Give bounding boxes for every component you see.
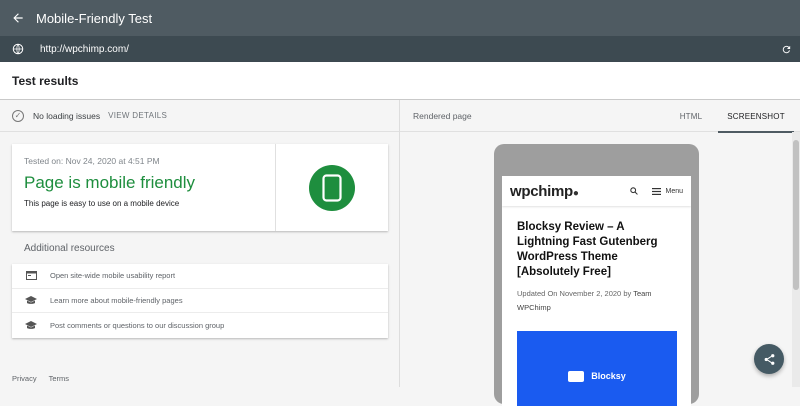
- app-bar: Mobile-Friendly Test: [0, 0, 800, 136]
- additional-resources-title: Additional resources: [24, 243, 115, 254]
- tested-on-text: Tested on: Nov 24, 2020 at 4:51 PM: [24, 156, 160, 166]
- tested-url[interactable]: http://wpchimp.com/: [40, 44, 129, 55]
- resource-label: Post comments or questions to our discus…: [50, 320, 225, 330]
- hamburger-icon: [652, 187, 662, 195]
- result-headline: Page is mobile friendly: [24, 173, 196, 192]
- app-title: Mobile-Friendly Test: [36, 10, 153, 26]
- resource-item-discussion-group[interactable]: Post comments or questions to our discus…: [12, 313, 388, 338]
- rendered-page-tabs: Rendered page HTML SCREENSHOT: [400, 100, 800, 133]
- site-logo: wpchimp●: [510, 182, 579, 200]
- terms-link[interactable]: Terms: [49, 374, 69, 383]
- resource-label: Open site-wide mobile usability report: [50, 271, 176, 281]
- url-bar: http://wpchimp.com/: [0, 36, 800, 62]
- results-header: Test results: [0, 62, 800, 100]
- privacy-link[interactable]: Privacy: [12, 374, 37, 383]
- results-title: Test results: [12, 73, 79, 88]
- share-button[interactable]: [754, 344, 784, 374]
- loading-status-row: ✓ No loading issues VIEW DETAILS: [0, 100, 399, 132]
- right-panel: Rendered page HTML SCREENSHOT wpchimp● M…: [400, 100, 800, 406]
- share-icon: [764, 353, 774, 365]
- result-subtext: This page is easy to use on a mobile dev…: [24, 199, 180, 208]
- graduation-cap-icon: [24, 320, 38, 330]
- back-arrow-icon[interactable]: [0, 0, 36, 36]
- tab-html[interactable]: HTML: [662, 100, 720, 132]
- refresh-icon[interactable]: [772, 44, 800, 55]
- site-header: wpchimp● Menu: [502, 176, 691, 206]
- resources-list: Open site-wide mobile usability report L…: [12, 264, 388, 338]
- site-menu: Menu: [652, 187, 683, 195]
- article-date: Updated On November 2, 2020 by: [517, 289, 632, 298]
- rendered-page-label: Rendered page: [413, 110, 472, 121]
- loading-status-text: No loading issues: [33, 110, 101, 121]
- resource-item-usability-report[interactable]: Open site-wide mobile usability report: [12, 264, 388, 289]
- globe-icon: [0, 43, 36, 55]
- article-meta: Updated On November 2, 2020 by Team WPCh…: [517, 287, 675, 315]
- site-menu-label: Menu: [665, 187, 683, 195]
- phone-frame: wpchimp● Menu Blocksy Review – A Lightni…: [494, 144, 699, 406]
- mobile-phone-icon: [309, 164, 355, 211]
- result-card: Tested on: Nov 24, 2020 at 4:51 PM Page …: [12, 144, 388, 231]
- scrollbar-thumb[interactable]: [793, 140, 799, 290]
- article-hero-image: Blocksy: [517, 331, 677, 406]
- resource-label: Learn more about mobile-friendly pages: [50, 295, 183, 305]
- search-icon: [626, 187, 642, 195]
- article-title: Blocksy Review – A Lightning Fast Gutenb…: [517, 221, 658, 278]
- tab-screenshot[interactable]: SCREENSHOT: [718, 100, 794, 133]
- left-panel: ✓ No loading issues VIEW DETAILS Tested …: [0, 100, 400, 387]
- article: Blocksy Review – A Lightning Fast Gutenb…: [502, 206, 691, 315]
- hero-label: Blocksy: [591, 371, 626, 381]
- graduation-cap-icon: [24, 295, 38, 305]
- resource-item-learn-more[interactable]: Learn more about mobile-friendly pages: [12, 289, 388, 313]
- view-details-button[interactable]: VIEW DETAILS: [108, 111, 167, 120]
- blocksy-logo-icon: [568, 370, 585, 382]
- preview-scrollbar[interactable]: [792, 132, 800, 387]
- check-circle-icon: ✓: [12, 109, 24, 122]
- footer-links: Privacy Terms: [12, 374, 69, 383]
- report-icon: [24, 271, 38, 281]
- rendered-screenshot[interactable]: wpchimp● Menu Blocksy Review – A Lightni…: [502, 176, 691, 406]
